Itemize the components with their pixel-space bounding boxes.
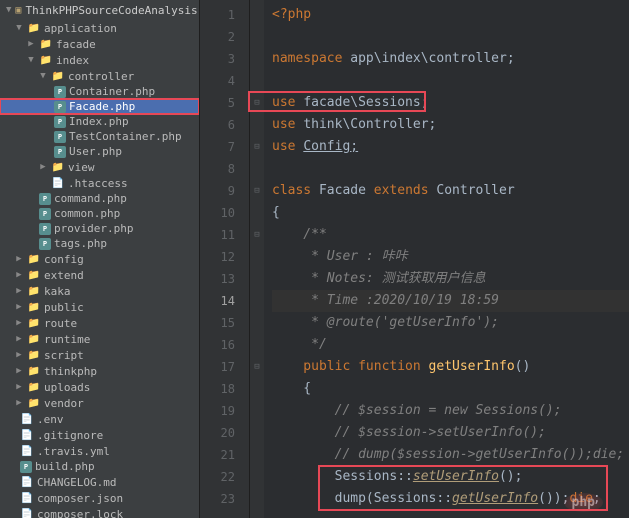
code-line: use facade\Sessions;: [272, 92, 629, 114]
folder-config[interactable]: ▶📁config: [0, 251, 199, 267]
code-line: {: [272, 202, 629, 224]
code-line: * Time :2020/10/19 18:59: [272, 290, 629, 312]
file-facade-php[interactable]: PFacade.php: [0, 99, 199, 114]
file-composer-json[interactable]: 📄composer.json: [0, 490, 199, 506]
file-container-php[interactable]: PContainer.php: [0, 84, 199, 99]
folder-index[interactable]: ▼📁index: [0, 52, 199, 68]
folder-controller[interactable]: ▼📁controller: [0, 68, 199, 84]
code-line: // $session->setUserInfo();: [272, 422, 629, 444]
code-line: [272, 26, 629, 48]
folder-thinkphp[interactable]: ▶📁thinkphp: [0, 363, 199, 379]
code-line: dump(Sessions::getUserInfo());die;: [272, 488, 629, 510]
file-index-php[interactable]: PIndex.php: [0, 114, 199, 129]
folder-uploads[interactable]: ▶📁uploads: [0, 379, 199, 395]
code-line: namespace app\index\controller;: [272, 48, 629, 70]
file-tags-php[interactable]: Ptags.php: [0, 236, 199, 251]
file-build-php[interactable]: Pbuild.php: [0, 459, 199, 474]
file-htaccess[interactable]: 📄.htaccess: [0, 175, 199, 191]
code-line: public function getUserInfo(): [272, 356, 629, 378]
code-line: Sessions::setUserInfo();: [272, 466, 629, 488]
file-command-php[interactable]: Pcommand.php: [0, 191, 199, 206]
folder-kaka[interactable]: ▶📁kaka: [0, 283, 199, 299]
code-area[interactable]: <?php namespace app\index\controller; us…: [264, 0, 629, 518]
file-env[interactable]: 📄.env: [0, 411, 199, 427]
folder-public[interactable]: ▶📁public: [0, 299, 199, 315]
file-common-php[interactable]: Pcommon.php: [0, 206, 199, 221]
code-line: * Notes: 测试获取用户信息: [272, 268, 629, 290]
folder-route[interactable]: ▶📁route: [0, 315, 199, 331]
folder-vendor[interactable]: ▶📁vendor: [0, 395, 199, 411]
file-testcontainer-php[interactable]: PTestContainer.php: [0, 129, 199, 144]
code-line: // $session = new Sessions();: [272, 400, 629, 422]
folder-application[interactable]: ▼📁application: [0, 20, 199, 36]
project-root[interactable]: ▼ ▣ ThinkPHPSourceCodeAnalysis D:\phpstu…: [0, 0, 199, 20]
code-line: */: [272, 334, 629, 356]
code-line: <?php: [272, 4, 629, 26]
file-travis[interactable]: 📄.travis.yml: [0, 443, 199, 459]
file-gitignore[interactable]: 📄.gitignore: [0, 427, 199, 443]
project-icon: ▣: [15, 3, 21, 17]
folder-facade[interactable]: ▶📁facade: [0, 36, 199, 52]
file-user-php[interactable]: PUser.php: [0, 144, 199, 159]
code-line: use think\Controller;: [272, 114, 629, 136]
code-line: use Config;: [272, 136, 629, 158]
code-editor[interactable]: 1234567891011121314151617181920212223 ⊟⊟…: [200, 0, 629, 518]
code-line: [272, 158, 629, 180]
fold-column[interactable]: ⊟⊟⊟⊟⊟: [250, 0, 264, 518]
code-line: * @route('getUserInfo');: [272, 312, 629, 334]
code-line: // dump($session->getUserInfo());die;: [272, 444, 629, 466]
chevron-down-icon: ▼: [6, 5, 11, 15]
folder-view[interactable]: ▶📁view: [0, 159, 199, 175]
folder-script[interactable]: ▶📁script: [0, 347, 199, 363]
code-line: [272, 70, 629, 92]
file-changelog[interactable]: 📄CHANGELOG.md: [0, 474, 199, 490]
folder-runtime[interactable]: ▶📁runtime: [0, 331, 199, 347]
code-line: * User : 咔咔: [272, 246, 629, 268]
file-composer-lock[interactable]: 📄composer.lock: [0, 506, 199, 518]
project-sidebar[interactable]: ▼ ▣ ThinkPHPSourceCodeAnalysis D:\phpstu…: [0, 0, 200, 518]
code-line: class Facade extends Controller: [272, 180, 629, 202]
code-line: {: [272, 378, 629, 400]
code-line: /**: [272, 224, 629, 246]
folder-extend[interactable]: ▶📁extend: [0, 267, 199, 283]
line-gutter: 1234567891011121314151617181920212223: [200, 0, 250, 518]
project-name: ThinkPHPSourceCodeAnalysis: [25, 4, 197, 17]
file-provider-php[interactable]: Pprovider.php: [0, 221, 199, 236]
